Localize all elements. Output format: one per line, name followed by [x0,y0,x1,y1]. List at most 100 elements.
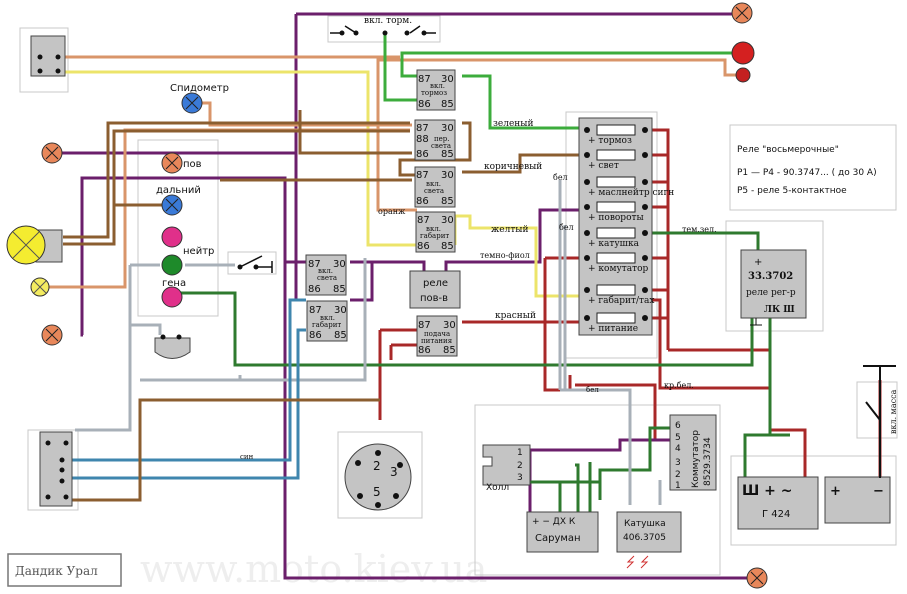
pin-86: 86 [417,241,430,252]
fuse-terminal [642,255,648,261]
turn-lamp-front-right [731,2,753,24]
pin-30: 30 [441,123,454,134]
commutator-pin-3: 3 [675,458,681,468]
speedometer-lamp [181,92,203,114]
notes-line-1: Реле "восьмерочные" [737,145,839,155]
fuse: + маслнейтр сигн [584,176,674,198]
fuse-element [596,124,636,136]
fuse-element [596,176,636,188]
generator-terminals: Ш + ~ [742,483,793,499]
regulator-terminals: ЛК Ш [764,305,795,315]
wire-orange-label: оранж [378,207,406,216]
wire-green-label: зеленый [493,119,533,129]
connector-pin-5: 5 [373,485,381,499]
fuse-element [596,227,636,239]
commutator-label: Коммутатор [691,430,701,488]
fuse-label: + питание [588,324,638,334]
turn-lamp-rear-left [41,324,63,346]
pin-85: 85 [441,196,454,207]
pin-86: 86 [418,345,431,356]
wire-blue-label: син [240,453,254,461]
pin-30: 30 [334,305,347,316]
relay-name: тормоз [421,89,447,97]
high-beam-lamp [161,194,183,216]
fuse-element [596,149,636,161]
battery: + − [824,476,891,524]
wire-yellow-label: желтый [491,225,528,235]
fuse-element [596,312,636,324]
fuse-terminal [584,204,590,210]
relay-parking-left: 87 30 вкл. габарит 86 85 [306,300,348,342]
regulator-name: реле рег-р [746,288,796,298]
brake-switch-label: вкл. торм. [364,16,412,26]
coil-label: Катушка [624,519,666,529]
saruman-label: Саруман [535,533,581,544]
relay-name: света [424,187,444,195]
relay-turn-signals: реле пов-в [409,270,461,309]
oil-pressure-lamp [161,226,183,248]
battery-plus: + [830,484,841,499]
pin-86: 86 [308,284,321,295]
wire-dark-purple-label: темно-фиол [480,251,530,260]
relay-lights: 87 30 вкл. света 86 85 [414,166,456,208]
horn [154,334,191,359]
hall-label: Холл [486,483,509,493]
saruman-module: + − ДХ К Саруман [526,511,599,553]
wire-white-label-2: бел [559,223,574,232]
connector-pin-2: 2 [373,459,381,473]
relay-high-beam: 87 30 88 пер. света 86 85 [414,119,456,161]
round-connector: 2 3 5 [344,443,412,511]
top-left-switch [30,35,66,77]
fuse-terminal [584,230,590,236]
signature: Дандик Урал [15,564,98,578]
pin-87: 87 [416,123,429,134]
voltage-regulator: + 33.3702 реле рег-р ЛК Ш [740,249,807,326]
fuse-label: + повороты [588,213,644,223]
mass-switch: вкл. масса [863,365,898,478]
generator-lamp [161,286,183,308]
fuse-element [596,284,636,296]
saruman-pins: + − ДХ К [532,517,576,527]
headlight [6,225,63,265]
generator-lamp-label: гена [162,278,186,289]
pin-86: 86 [309,330,322,341]
fuse-element [596,252,636,264]
ignition-coil: Катушка 406.3705 [616,511,682,569]
commutator-pin-2: 2 [675,470,681,480]
relay-name: реле [423,278,448,289]
fuse-terminal [584,255,590,261]
wiring-diagram: www.moto.kiev.ua Спидометр пов дальний н… [0,0,907,594]
commutator-pin-1: 1 [675,481,681,491]
wire-dark-green-label: тем.зел. [682,225,717,234]
pin-85: 85 [443,345,456,356]
fuse-terminal [642,179,648,185]
fuse-terminal [642,230,648,236]
wire-red-label: красный [495,311,536,321]
fuse-terminal [584,127,590,133]
hall-pin-2: 2 [517,461,523,471]
fuse-terminal [584,287,590,293]
fuse-label: + маслнейтр сигн [588,188,674,198]
turn-label: пов [183,159,202,170]
coil-model: 406.3705 [623,533,666,543]
fuse-label: + габарит/тах [588,295,654,306]
hall-sensor: 1 2 3 Холл [482,444,531,493]
fuse-label: + комутатор [588,264,648,274]
relay-name: пов-в [420,293,448,304]
wire-white-label-3: бел [586,386,599,394]
notes-line-3: P5 - реле 5-контактное [737,186,847,196]
high-beam-label: дальний [156,185,201,196]
pin-86: 86 [416,196,429,207]
parking-lamp [30,277,50,297]
pin-30: 30 [441,215,454,226]
relay-name: питания [421,337,453,345]
pin-85: 85 [441,149,454,160]
wire-brown-label: коричневый [484,162,542,172]
fuse-label: + тормоз [588,136,632,146]
tail-lamp [735,67,751,83]
relay-parking: 87 30 вкл. габарит 86 85 [415,211,456,253]
turn-lamp-front-left [41,142,63,164]
relay-name: света [317,274,337,282]
fuse-terminal [642,152,648,158]
pin-30: 30 [333,259,346,270]
